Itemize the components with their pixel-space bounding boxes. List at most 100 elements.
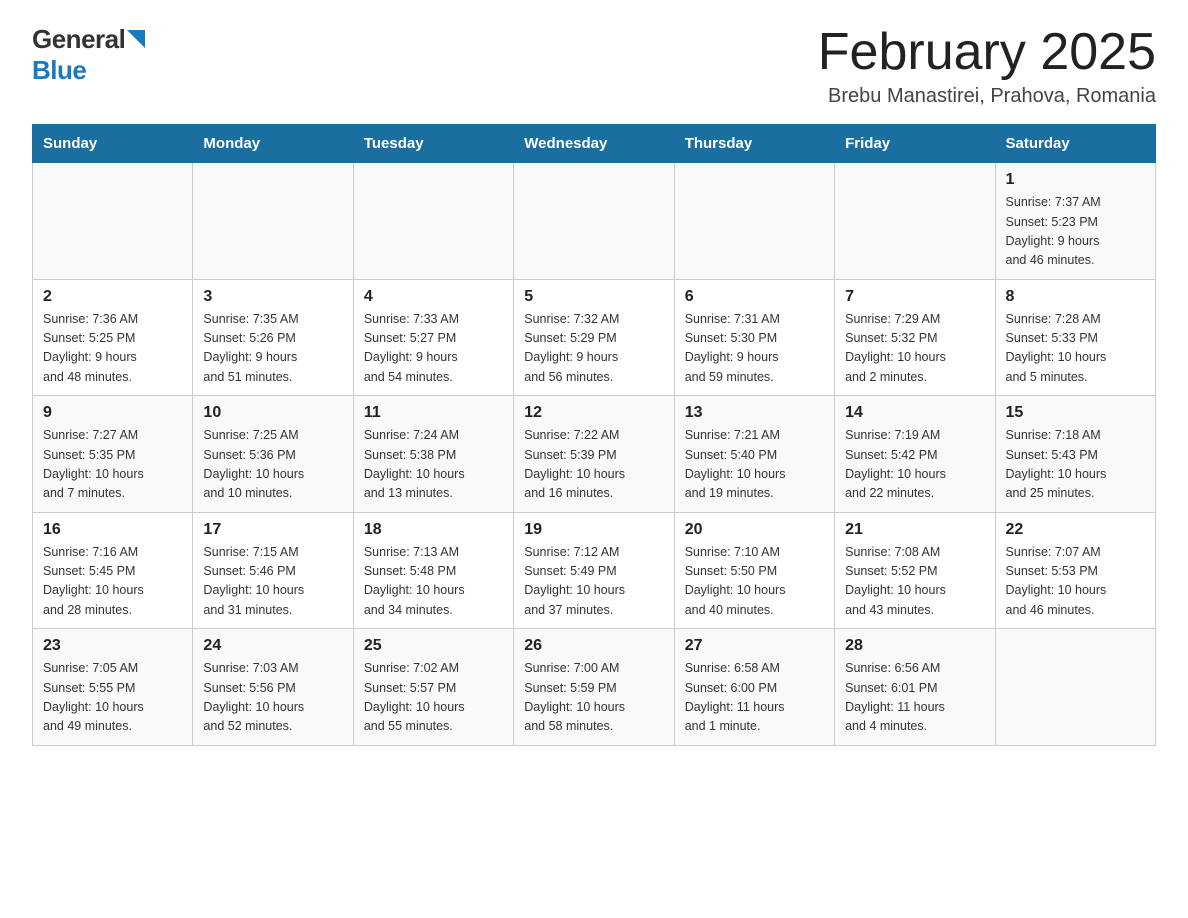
day-number: 2: [43, 288, 182, 306]
day-number: 5: [524, 288, 663, 306]
logo-general-text: General: [32, 24, 125, 55]
calendar-cell: 1 Sunrise: 7:37 AM Sunset: 5:23 PM Daylig…: [995, 163, 1155, 280]
day-info: Sunrise: 7:29 AM Sunset: 5:32 PM Dayligh…: [845, 310, 984, 388]
day-info: Sunrise: 7:05 AM Sunset: 5:55 PM Dayligh…: [43, 659, 182, 737]
calendar-cell: 20 Sunrise: 7:10 AM Sunset: 5:50 PM Dayli…: [674, 512, 834, 629]
day-number: 24: [203, 637, 342, 655]
calendar-body: 1 Sunrise: 7:37 AM Sunset: 5:23 PM Daylig…: [33, 163, 1156, 746]
calendar-cell: 14Sunrise: 7:19 AM Sunset: 5:42 PM Dayli…: [835, 396, 995, 513]
day-info: Sunrise: 7:10 AM Sunset: 5:50 PM Dayligh…: [685, 543, 824, 621]
calendar-cell: 17Sunrise: 7:15 AM Sunset: 5:46 PM Dayli…: [193, 512, 353, 629]
day-info: Sunrise: 7:03 AM Sunset: 5:56 PM Dayligh…: [203, 659, 342, 737]
calendar-week-5: 23 Sunrise: 7:05 AM Sunset: 5:55 PM Dayli…: [33, 629, 1156, 746]
calendar-cell: 16Sunrise: 7:16 AM Sunset: 5:45 PM Dayli…: [33, 512, 193, 629]
day-number: 19: [524, 521, 663, 539]
day-info: Sunrise: 6:56 AM Sunset: 6:01 PM Dayligh…: [845, 659, 984, 737]
calendar-cell: [33, 163, 193, 280]
day-number: 20: [685, 521, 824, 539]
day-of-week-thursday: Thursday: [674, 125, 834, 163]
calendar-cell: 10 Sunrise: 7:25 AM Sunset: 5:36 PM Dayli…: [193, 396, 353, 513]
page-header: General Blue February 2025 Brebu Manasti…: [32, 24, 1156, 108]
day-number: 25: [364, 637, 503, 655]
day-info: Sunrise: 7:02 AM Sunset: 5:57 PM Dayligh…: [364, 659, 503, 737]
location-title: Brebu Manastirei, Prahova, Romania: [818, 85, 1156, 108]
day-of-week-tuesday: Tuesday: [353, 125, 513, 163]
day-info: Sunrise: 7:13 AM Sunset: 5:48 PM Dayligh…: [364, 543, 503, 621]
day-number: 4: [364, 288, 503, 306]
calendar-week-3: 9 Sunrise: 7:27 AM Sunset: 5:35 PM Daylig…: [33, 396, 1156, 513]
calendar-cell: 28 Sunrise: 6:56 AM Sunset: 6:01 PM Dayli…: [835, 629, 995, 746]
day-number: 8: [1006, 288, 1145, 306]
day-number: 22: [1006, 521, 1145, 539]
calendar-cell: [514, 163, 674, 280]
day-info: Sunrise: 7:28 AM Sunset: 5:33 PM Dayligh…: [1006, 310, 1145, 388]
day-info: Sunrise: 7:35 AM Sunset: 5:26 PM Dayligh…: [203, 310, 342, 388]
day-number: 15: [1006, 404, 1145, 422]
calendar-cell: 27Sunrise: 6:58 AM Sunset: 6:00 PM Dayli…: [674, 629, 834, 746]
day-number: 7: [845, 288, 984, 306]
day-number: 26: [524, 637, 663, 655]
calendar-cell: [193, 163, 353, 280]
day-info: Sunrise: 7:12 AM Sunset: 5:49 PM Dayligh…: [524, 543, 663, 621]
days-of-week-row: SundayMondayTuesdayWednesdayThursdayFrid…: [33, 125, 1156, 163]
day-info: Sunrise: 7:32 AM Sunset: 5:29 PM Dayligh…: [524, 310, 663, 388]
calendar-cell: 5 Sunrise: 7:32 AM Sunset: 5:29 PM Daylig…: [514, 279, 674, 396]
day-number: 10: [203, 404, 342, 422]
logo: General Blue: [32, 24, 145, 86]
calendar-cell: 23 Sunrise: 7:05 AM Sunset: 5:55 PM Dayli…: [33, 629, 193, 746]
day-info: Sunrise: 7:18 AM Sunset: 5:43 PM Dayligh…: [1006, 426, 1145, 504]
calendar-cell: 25 Sunrise: 7:02 AM Sunset: 5:57 PM Dayli…: [353, 629, 513, 746]
day-info: Sunrise: 7:00 AM Sunset: 5:59 PM Dayligh…: [524, 659, 663, 737]
calendar-cell: [353, 163, 513, 280]
day-info: Sunrise: 7:08 AM Sunset: 5:52 PM Dayligh…: [845, 543, 984, 621]
calendar-cell: 15 Sunrise: 7:18 AM Sunset: 5:43 PM Dayli…: [995, 396, 1155, 513]
day-info: Sunrise: 7:25 AM Sunset: 5:36 PM Dayligh…: [203, 426, 342, 504]
calendar-cell: 6Sunrise: 7:31 AM Sunset: 5:30 PM Daylig…: [674, 279, 834, 396]
calendar-table: SundayMondayTuesdayWednesdayThursdayFrid…: [32, 124, 1156, 746]
day-number: 9: [43, 404, 182, 422]
day-number: 13: [685, 404, 824, 422]
calendar-header: SundayMondayTuesdayWednesdayThursdayFrid…: [33, 125, 1156, 163]
day-number: 11: [364, 404, 503, 422]
calendar-cell: 8 Sunrise: 7:28 AM Sunset: 5:33 PM Daylig…: [995, 279, 1155, 396]
calendar-cell: 21Sunrise: 7:08 AM Sunset: 5:52 PM Dayli…: [835, 512, 995, 629]
calendar-cell: 9 Sunrise: 7:27 AM Sunset: 5:35 PM Daylig…: [33, 396, 193, 513]
day-of-week-wednesday: Wednesday: [514, 125, 674, 163]
day-info: Sunrise: 7:27 AM Sunset: 5:35 PM Dayligh…: [43, 426, 182, 504]
calendar-cell: 4 Sunrise: 7:33 AM Sunset: 5:27 PM Daylig…: [353, 279, 513, 396]
calendar-week-2: 2 Sunrise: 7:36 AM Sunset: 5:25 PM Daylig…: [33, 279, 1156, 396]
calendar-cell: 11 Sunrise: 7:24 AM Sunset: 5:38 PM Dayli…: [353, 396, 513, 513]
day-of-week-friday: Friday: [835, 125, 995, 163]
day-number: 3: [203, 288, 342, 306]
day-number: 1: [1006, 171, 1145, 189]
month-title: February 2025: [818, 24, 1156, 81]
day-of-week-sunday: Sunday: [33, 125, 193, 163]
calendar-cell: 2 Sunrise: 7:36 AM Sunset: 5:25 PM Daylig…: [33, 279, 193, 396]
logo-arrow-icon: [127, 30, 145, 53]
calendar-cell: [674, 163, 834, 280]
calendar-week-1: 1 Sunrise: 7:37 AM Sunset: 5:23 PM Daylig…: [33, 163, 1156, 280]
day-info: Sunrise: 7:21 AM Sunset: 5:40 PM Dayligh…: [685, 426, 824, 504]
calendar-cell: 7 Sunrise: 7:29 AM Sunset: 5:32 PM Daylig…: [835, 279, 995, 396]
day-info: Sunrise: 7:37 AM Sunset: 5:23 PM Dayligh…: [1006, 193, 1145, 271]
calendar-cell: 24 Sunrise: 7:03 AM Sunset: 5:56 PM Dayli…: [193, 629, 353, 746]
day-number: 16: [43, 521, 182, 539]
day-number: 28: [845, 637, 984, 655]
day-info: Sunrise: 6:58 AM Sunset: 6:00 PM Dayligh…: [685, 659, 824, 737]
logo-blue-text: Blue: [32, 55, 86, 85]
day-number: 12: [524, 404, 663, 422]
day-of-week-saturday: Saturday: [995, 125, 1155, 163]
day-info: Sunrise: 7:31 AM Sunset: 5:30 PM Dayligh…: [685, 310, 824, 388]
day-number: 14: [845, 404, 984, 422]
day-info: Sunrise: 7:24 AM Sunset: 5:38 PM Dayligh…: [364, 426, 503, 504]
calendar-week-4: 16Sunrise: 7:16 AM Sunset: 5:45 PM Dayli…: [33, 512, 1156, 629]
calendar-cell: 19 Sunrise: 7:12 AM Sunset: 5:49 PM Dayli…: [514, 512, 674, 629]
day-number: 23: [43, 637, 182, 655]
calendar-cell: 26 Sunrise: 7:00 AM Sunset: 5:59 PM Dayli…: [514, 629, 674, 746]
title-section: February 2025 Brebu Manastirei, Prahova,…: [818, 24, 1156, 108]
day-info: Sunrise: 7:22 AM Sunset: 5:39 PM Dayligh…: [524, 426, 663, 504]
calendar-cell: 18Sunrise: 7:13 AM Sunset: 5:48 PM Dayli…: [353, 512, 513, 629]
day-info: Sunrise: 7:33 AM Sunset: 5:27 PM Dayligh…: [364, 310, 503, 388]
calendar-cell: 22Sunrise: 7:07 AM Sunset: 5:53 PM Dayli…: [995, 512, 1155, 629]
day-info: Sunrise: 7:36 AM Sunset: 5:25 PM Dayligh…: [43, 310, 182, 388]
